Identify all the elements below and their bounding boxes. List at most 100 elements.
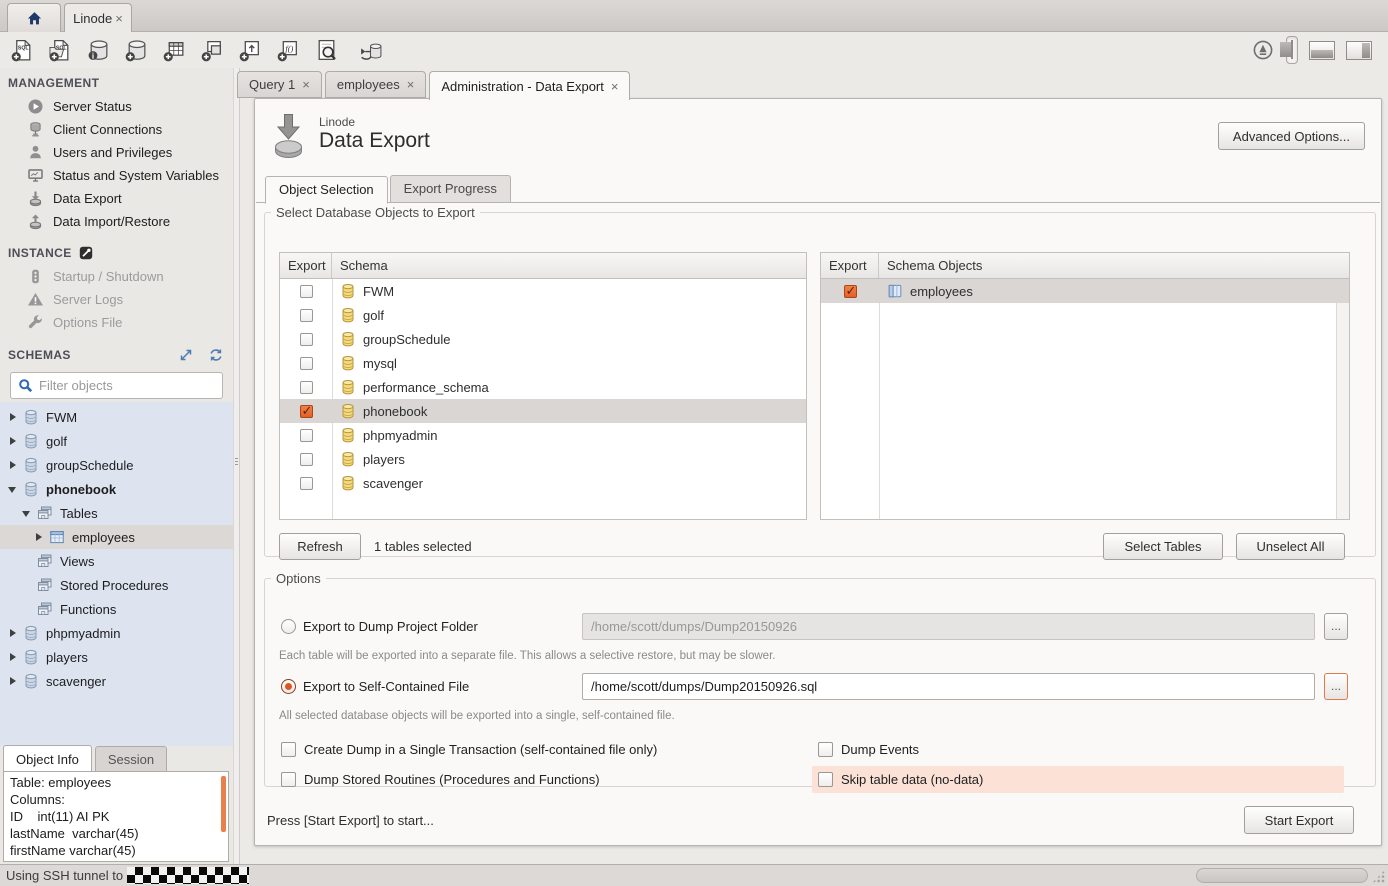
export-checkbox[interactable] bbox=[300, 405, 313, 418]
sidebar-splitter[interactable] bbox=[233, 68, 240, 864]
tree-item-schema[interactable]: golf bbox=[0, 429, 233, 453]
collapse-arrow-icon[interactable] bbox=[22, 507, 32, 519]
sidebar-item-options-file[interactable]: Options File bbox=[0, 311, 233, 334]
sidebar-item-data-export[interactable]: Data Export bbox=[0, 187, 233, 210]
table-row[interactable]: scavenger bbox=[280, 471, 806, 495]
table-row[interactable]: groupSchedule bbox=[280, 327, 806, 351]
sidebar-item-server-logs[interactable]: Server Logs bbox=[0, 288, 233, 311]
tab-session[interactable]: Session bbox=[95, 746, 167, 772]
sidebar-item-system-variables[interactable]: Status and System Variables bbox=[0, 164, 233, 187]
expand-arrow-icon[interactable] bbox=[8, 459, 18, 471]
unselect-all-button[interactable]: Unselect All bbox=[1236, 533, 1345, 560]
table-row[interactable]: golf bbox=[280, 303, 806, 327]
toggle-right-panel-button[interactable] bbox=[1346, 41, 1372, 60]
new-sql-tab-icon[interactable] bbox=[10, 38, 35, 63]
export-checkbox[interactable] bbox=[300, 477, 313, 490]
self-contained-browse-button[interactable]: ... bbox=[1324, 673, 1348, 700]
tree-item-tables[interactable]: Tables bbox=[0, 501, 233, 525]
tab-export-progress[interactable]: Export Progress bbox=[390, 175, 511, 203]
refresh-schemas-icon[interactable] bbox=[209, 348, 223, 362]
tree-item-schema[interactable]: players bbox=[0, 645, 233, 669]
sidebar-item-users-privileges[interactable]: Users and Privileges bbox=[0, 141, 233, 164]
reconnect-database-icon[interactable] bbox=[358, 38, 383, 63]
expand-schemas-icon[interactable] bbox=[179, 348, 193, 362]
create-view-icon[interactable] bbox=[200, 38, 225, 63]
table-row[interactable]: phonebook bbox=[280, 399, 806, 423]
table-row[interactable]: players bbox=[280, 447, 806, 471]
tree-item-table[interactable]: employees bbox=[0, 525, 233, 549]
create-procedure-icon[interactable] bbox=[238, 38, 263, 63]
tree-item-schema[interactable]: phpmyadmin bbox=[0, 621, 233, 645]
table-row[interactable]: employees bbox=[821, 279, 1349, 303]
tab-employees[interactable]: employees bbox=[325, 71, 426, 98]
close-icon[interactable] bbox=[611, 79, 619, 94]
export-checkbox[interactable] bbox=[300, 453, 313, 466]
table-row[interactable]: FWM bbox=[280, 279, 806, 303]
single-transaction-checkbox[interactable] bbox=[281, 742, 296, 757]
self-contained-radio[interactable] bbox=[281, 679, 296, 694]
scrollbar-track[interactable] bbox=[1336, 279, 1349, 519]
export-checkbox[interactable] bbox=[844, 285, 857, 298]
collapse-arrow-icon[interactable] bbox=[8, 483, 18, 495]
toggle-left-panel-button[interactable] bbox=[1286, 36, 1298, 64]
create-schema-icon[interactable] bbox=[124, 38, 149, 63]
sidebar-item-data-import[interactable]: Data Import/Restore bbox=[0, 210, 233, 233]
resize-grip-icon[interactable] bbox=[1372, 870, 1385, 883]
dump-folder-path-input[interactable] bbox=[582, 613, 1315, 640]
connection-tab[interactable]: Linode bbox=[64, 3, 132, 33]
skip-table-data-checkbox[interactable] bbox=[818, 772, 833, 787]
create-function-icon[interactable] bbox=[276, 38, 301, 63]
tab-query-1[interactable]: Query 1 bbox=[237, 71, 322, 98]
object-info-scrollbar[interactable] bbox=[221, 776, 226, 832]
schema-filter-input[interactable] bbox=[39, 378, 215, 393]
dump-events-checkbox[interactable] bbox=[818, 742, 833, 757]
create-table-icon[interactable] bbox=[162, 38, 187, 63]
tree-item-views[interactable]: Views bbox=[0, 549, 233, 573]
sidebar-item-client-connections[interactable]: Client Connections bbox=[0, 118, 233, 141]
tab-object-info[interactable]: Object Info bbox=[3, 745, 92, 772]
alert-icon[interactable] bbox=[1251, 38, 1275, 62]
search-table-data-icon[interactable] bbox=[314, 38, 339, 63]
tree-item-functions[interactable]: Functions bbox=[0, 597, 233, 621]
tree-item-schema[interactable]: groupSchedule bbox=[0, 453, 233, 477]
tree-item-schema[interactable]: FWM bbox=[0, 405, 233, 429]
self-contained-path-input[interactable] bbox=[582, 673, 1315, 700]
open-sql-script-icon[interactable] bbox=[48, 38, 73, 63]
start-export-button[interactable]: Start Export bbox=[1244, 806, 1354, 834]
close-icon[interactable] bbox=[407, 77, 415, 92]
dump-folder-radio[interactable] bbox=[281, 619, 296, 634]
toggle-bottom-panel-button[interactable] bbox=[1309, 41, 1335, 60]
sidebar-item-server-status[interactable]: Server Status bbox=[0, 95, 233, 118]
select-tables-button[interactable]: Select Tables bbox=[1103, 533, 1223, 560]
export-checkbox[interactable] bbox=[300, 309, 313, 322]
table-row[interactable]: performance_schema bbox=[280, 375, 806, 399]
export-checkbox[interactable] bbox=[300, 381, 313, 394]
expand-arrow-icon[interactable] bbox=[34, 531, 44, 543]
tree-item-stored-procedures[interactable]: Stored Procedures bbox=[0, 573, 233, 597]
expand-arrow-icon[interactable] bbox=[8, 411, 18, 423]
table-row[interactable]: phpmyadmin bbox=[280, 423, 806, 447]
expand-arrow-icon[interactable] bbox=[8, 435, 18, 447]
export-checkbox[interactable] bbox=[300, 285, 313, 298]
tab-administration-data-export[interactable]: Administration - Data Export bbox=[429, 71, 630, 100]
home-tab[interactable] bbox=[7, 3, 61, 33]
close-icon[interactable] bbox=[302, 77, 310, 92]
advanced-options-button[interactable]: Advanced Options... bbox=[1218, 122, 1365, 150]
export-checkbox[interactable] bbox=[300, 357, 313, 370]
dump-folder-browse-button[interactable]: ... bbox=[1324, 613, 1348, 640]
sidebar-item-startup-shutdown[interactable]: Startup / Shutdown bbox=[0, 265, 233, 288]
schema-inspector-icon[interactable]: i bbox=[86, 38, 111, 63]
tab-object-selection[interactable]: Object Selection bbox=[265, 176, 388, 204]
horizontal-scrollbar-thumb[interactable] bbox=[1196, 868, 1368, 883]
table-row[interactable]: mysql bbox=[280, 351, 806, 375]
close-icon[interactable] bbox=[115, 11, 123, 26]
expand-arrow-icon[interactable] bbox=[8, 651, 18, 663]
expand-arrow-icon[interactable] bbox=[8, 675, 18, 687]
export-checkbox[interactable] bbox=[300, 429, 313, 442]
dump-stored-routines-checkbox[interactable] bbox=[281, 772, 296, 787]
tree-item-schema[interactable]: scavenger bbox=[0, 669, 233, 693]
refresh-button[interactable]: Refresh bbox=[279, 533, 361, 560]
expand-arrow-icon[interactable] bbox=[8, 627, 18, 639]
export-checkbox[interactable] bbox=[300, 333, 313, 346]
tree-item-schema[interactable]: phonebook bbox=[0, 477, 233, 501]
